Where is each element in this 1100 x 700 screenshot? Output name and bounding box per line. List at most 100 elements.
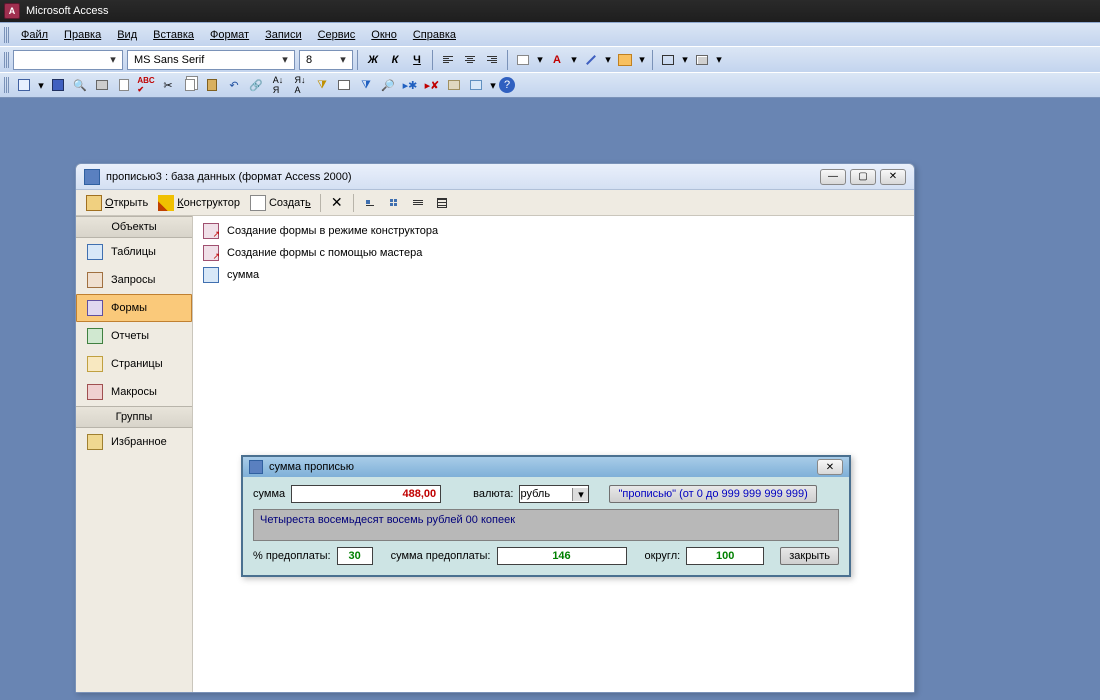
view-dropdown[interactable]: ▾	[35, 74, 47, 96]
small-icons-view[interactable]	[383, 192, 405, 214]
new-object-dropdown[interactable]: ▾	[487, 74, 499, 96]
mdi-client-area: прописью3 : база данных (формат Access 2…	[0, 98, 1100, 700]
sidebar-pages[interactable]: Страницы	[76, 350, 192, 378]
currency-combo[interactable]: рубль▾	[519, 485, 589, 503]
menu-view[interactable]: Вид	[109, 26, 145, 44]
apply-filter-button[interactable]: ⧩	[355, 74, 377, 96]
filter-selection-button[interactable]: ⧩	[311, 74, 333, 96]
menu-records[interactable]: Записи	[257, 26, 310, 44]
search-button[interactable]: 🔍	[69, 74, 91, 96]
menu-file[interactable]: Файл	[13, 26, 56, 44]
form-item-summa[interactable]: сумма	[197, 264, 910, 286]
menu-insert[interactable]: Вставка	[145, 26, 202, 44]
toolbar-grip[interactable]	[4, 27, 9, 43]
copy-button[interactable]	[179, 74, 201, 96]
menu-tools[interactable]: Сервис	[310, 26, 364, 44]
new-record-button[interactable]: ▸✱	[399, 74, 421, 96]
delete-record-button[interactable]: ▸✘	[421, 74, 443, 96]
find-button[interactable]: 🔎	[377, 74, 399, 96]
print-button[interactable]	[91, 74, 113, 96]
form-titlebar[interactable]: сумма прописью ✕	[243, 457, 849, 477]
create-form-wizard[interactable]: ↗Создание формы с помощью мастера	[197, 242, 910, 264]
new-button[interactable]: Создать	[246, 193, 315, 213]
objects-header: Объекты	[76, 216, 192, 238]
font-color-button[interactable]: A	[546, 49, 568, 71]
db-object-list: ↗Создание формы в режиме конструктора ↗С…	[193, 216, 914, 692]
sidebar-item-label: Макросы	[111, 386, 157, 398]
highlight-button[interactable]	[614, 49, 636, 71]
sort-desc-button[interactable]: Я↓А	[289, 74, 311, 96]
highlight-dropdown[interactable]: ▾	[636, 49, 648, 71]
details-view[interactable]	[431, 192, 453, 214]
sidebar-tables[interactable]: Таблицы	[76, 238, 192, 266]
sum-field[interactable]: 488,00	[291, 485, 441, 503]
bold-button[interactable]: Ж	[362, 49, 384, 71]
print-preview-button[interactable]	[113, 74, 135, 96]
help-button[interactable]: ?	[499, 77, 515, 93]
close-button[interactable]: ✕	[817, 459, 843, 475]
open-button[interactable]: Открыть	[82, 193, 152, 213]
border-dropdown[interactable]: ▾	[679, 49, 691, 71]
view-button[interactable]	[13, 74, 35, 96]
create-form-design[interactable]: ↗Создание формы в режиме конструктора	[197, 220, 910, 242]
maximize-button[interactable]: ▢	[850, 169, 876, 185]
groups-header: Группы	[76, 406, 192, 428]
underline-button[interactable]: Ч	[406, 49, 428, 71]
align-left-button[interactable]	[437, 49, 459, 71]
italic-button[interactable]: К	[384, 49, 406, 71]
border-button[interactable]	[657, 49, 679, 71]
list-item-label: сумма	[227, 269, 259, 281]
style-combo[interactable]: ▾	[13, 50, 123, 70]
round-field[interactable]: 100	[686, 547, 764, 565]
close-button[interactable]: ✕	[880, 169, 906, 185]
filter-form-button[interactable]	[333, 74, 355, 96]
font-color-dropdown[interactable]: ▾	[568, 49, 580, 71]
save-button[interactable]	[47, 74, 69, 96]
delete-button[interactable]: ✕	[326, 192, 348, 214]
sidebar-macros[interactable]: Макросы	[76, 378, 192, 406]
design-button[interactable]: Конструктор	[154, 193, 244, 213]
undo-button[interactable]: ↶	[223, 74, 245, 96]
paste-button[interactable]	[201, 74, 223, 96]
special-effect-dropdown[interactable]: ▾	[713, 49, 725, 71]
sidebar-queries[interactable]: Запросы	[76, 266, 192, 294]
minimize-button[interactable]: —	[820, 169, 846, 185]
fill-color-button[interactable]	[512, 49, 534, 71]
form-icon	[249, 460, 263, 474]
hyperlink-button[interactable]: 🔗	[245, 74, 267, 96]
sidebar-reports[interactable]: Отчеты	[76, 322, 192, 350]
align-right-button[interactable]	[481, 49, 503, 71]
cut-button[interactable]: ✂	[157, 74, 179, 96]
prepay-sum-field[interactable]: 146	[497, 547, 627, 565]
line-color-dropdown[interactable]: ▾	[602, 49, 614, 71]
menu-format[interactable]: Формат	[202, 26, 257, 44]
large-icons-view[interactable]	[359, 192, 381, 214]
list-view[interactable]	[407, 192, 429, 214]
db-window-button[interactable]	[443, 74, 465, 96]
new-object-button[interactable]	[465, 74, 487, 96]
special-effect-button[interactable]	[691, 49, 713, 71]
menu-window[interactable]: Окно	[363, 26, 405, 44]
sidebar-item-label: Страницы	[111, 358, 163, 370]
menu-edit[interactable]: Правка	[56, 26, 109, 44]
formatting-toolbar: ▾ MS Sans Serif▾ 8▾ Ж К Ч ▾ A ▾ ▾ ▾ ▾ ▾	[0, 46, 1100, 72]
font-combo[interactable]: MS Sans Serif▾	[127, 50, 295, 70]
sort-asc-button[interactable]: А↓Я	[267, 74, 289, 96]
toolbar-grip[interactable]	[4, 77, 9, 93]
close-form-button[interactable]: закрыть	[780, 547, 839, 565]
menu-help[interactable]: Справка	[405, 26, 464, 44]
spelling-button[interactable]: ABC✔	[135, 74, 157, 96]
prepay-pct-field[interactable]: 30	[337, 547, 373, 565]
toolbar-grip[interactable]	[4, 52, 9, 68]
propis-button[interactable]: "прописью" (от 0 до 999 999 999 999)	[609, 485, 816, 503]
fill-color-dropdown[interactable]: ▾	[534, 49, 546, 71]
round-label: округл:	[645, 550, 681, 562]
align-center-button[interactable]	[459, 49, 481, 71]
line-color-button[interactable]	[580, 49, 602, 71]
font-size-combo[interactable]: 8▾	[299, 50, 353, 70]
sidebar-favorites[interactable]: Избранное	[76, 428, 192, 456]
sidebar-forms[interactable]: Формы	[76, 294, 192, 322]
prepay-sum-label: сумма предоплаты:	[391, 550, 491, 562]
chevron-down-icon: ▾	[278, 53, 292, 66]
db-window-titlebar[interactable]: прописью3 : база данных (формат Access 2…	[76, 164, 914, 190]
